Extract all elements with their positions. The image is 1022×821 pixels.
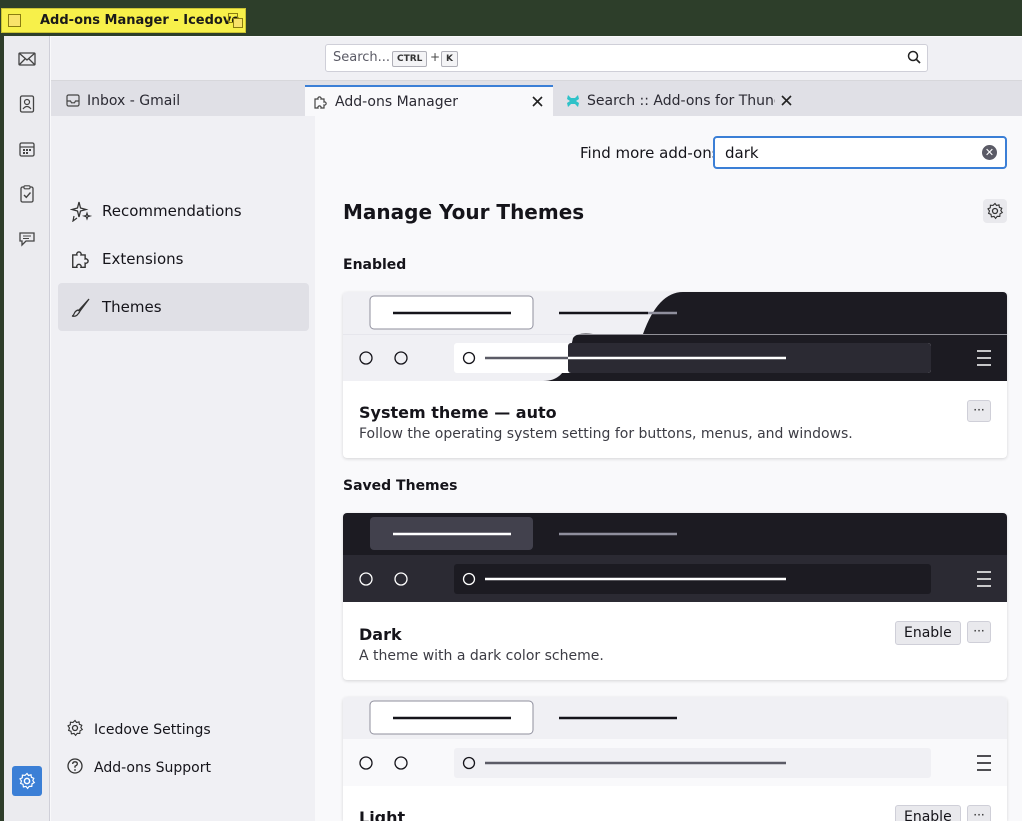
category-recommendations[interactable]: Recommendations — [58, 187, 309, 235]
sparkle-icon — [70, 200, 92, 222]
tab-label: Add-ons Manager — [335, 93, 458, 110]
theme-name: Light — [359, 808, 406, 821]
chat-icon[interactable] — [16, 228, 38, 250]
close-icon[interactable] — [529, 94, 545, 110]
addons-support-link[interactable]: Add-ons Support — [66, 756, 211, 780]
global-search-input[interactable]: Search... CTRL + K — [325, 44, 928, 72]
enable-button[interactable]: Enable — [895, 805, 961, 821]
tab-inbox[interactable]: Inbox - Gmail — [57, 85, 303, 116]
footer-label: Add-ons Support — [94, 760, 211, 776]
footer-label: Icedove Settings — [94, 722, 211, 738]
shortcut-key-k: K — [441, 51, 458, 67]
category-label: Extensions — [102, 250, 184, 268]
theme-preview-light — [343, 697, 1007, 786]
find-addons-value: dark — [725, 144, 759, 162]
theme-preview-system — [343, 292, 1007, 381]
window-title: Add-ons Manager - Icedove — [40, 13, 241, 28]
clear-search-icon[interactable]: ✕ — [982, 145, 997, 160]
theme-description: Follow the operating system setting for … — [359, 426, 853, 442]
settings-icon[interactable] — [12, 766, 42, 796]
brush-icon — [70, 296, 92, 318]
page-heading: Manage Your Themes — [343, 200, 585, 224]
gear-icon — [987, 202, 1004, 220]
tools-gear-button[interactable] — [983, 199, 1007, 223]
shortcut-plus: + — [430, 50, 441, 64]
category-label: Themes — [102, 298, 162, 316]
category-label: Recommendations — [102, 202, 242, 220]
mail-icon[interactable] — [16, 48, 38, 70]
theme-card-light[interactable]: Light Enable ··· — [343, 697, 1007, 821]
help-icon — [66, 757, 84, 779]
close-icon[interactable] — [779, 93, 793, 109]
gear-icon — [66, 719, 84, 741]
theme-description: A theme with a dark color scheme. — [359, 648, 604, 664]
calendar-icon[interactable] — [16, 138, 38, 160]
restore-icon-front[interactable] — [233, 18, 243, 28]
more-options-button[interactable]: ··· — [967, 621, 991, 643]
address-book-icon[interactable] — [16, 93, 38, 115]
more-options-button[interactable]: ··· — [967, 805, 991, 821]
enabled-section-heading: Enabled — [343, 257, 407, 273]
icedove-settings-link[interactable]: Icedove Settings — [66, 718, 211, 742]
category-themes[interactable]: Themes — [58, 283, 309, 331]
more-options-button[interactable]: ··· — [967, 400, 991, 422]
puzzle-icon — [70, 248, 92, 270]
theme-preview-dark — [343, 513, 1007, 602]
theme-name: Dark — [359, 625, 402, 644]
theme-card-dark[interactable]: Dark A theme with a dark color scheme. E… — [343, 513, 1007, 680]
addons-site-icon — [565, 93, 581, 109]
inbox-icon — [65, 93, 81, 109]
search-icon[interactable] — [907, 50, 921, 68]
tab-label: Search :: Add-ons for Thunderbird — [587, 92, 775, 109]
tab-label: Inbox - Gmail — [87, 92, 181, 109]
enable-button[interactable]: Enable — [895, 621, 961, 645]
shortcut-key-ctrl: CTRL — [392, 51, 428, 67]
find-more-addons-label: Find more add-ons — [580, 144, 720, 162]
category-extensions[interactable]: Extensions — [58, 235, 309, 283]
find-addons-input[interactable]: dark ✕ — [713, 136, 1007, 169]
tab-addons-manager[interactable]: Add-ons Manager — [305, 85, 553, 116]
saved-themes-heading: Saved Themes — [343, 478, 458, 494]
theme-name: System theme — auto — [359, 403, 557, 422]
tasks-icon[interactable] — [16, 183, 38, 205]
window-menu-icon[interactable] — [8, 14, 21, 27]
tab-search-addons[interactable]: Search :: Add-ons for Thunderbird — [557, 85, 801, 116]
theme-card-system[interactable]: System theme — auto Follow the operating… — [343, 292, 1007, 458]
search-placeholder: Search... — [333, 50, 391, 65]
window-title-chip[interactable]: Add-ons Manager - Icedove — [1, 8, 246, 33]
puzzle-icon — [313, 94, 329, 110]
